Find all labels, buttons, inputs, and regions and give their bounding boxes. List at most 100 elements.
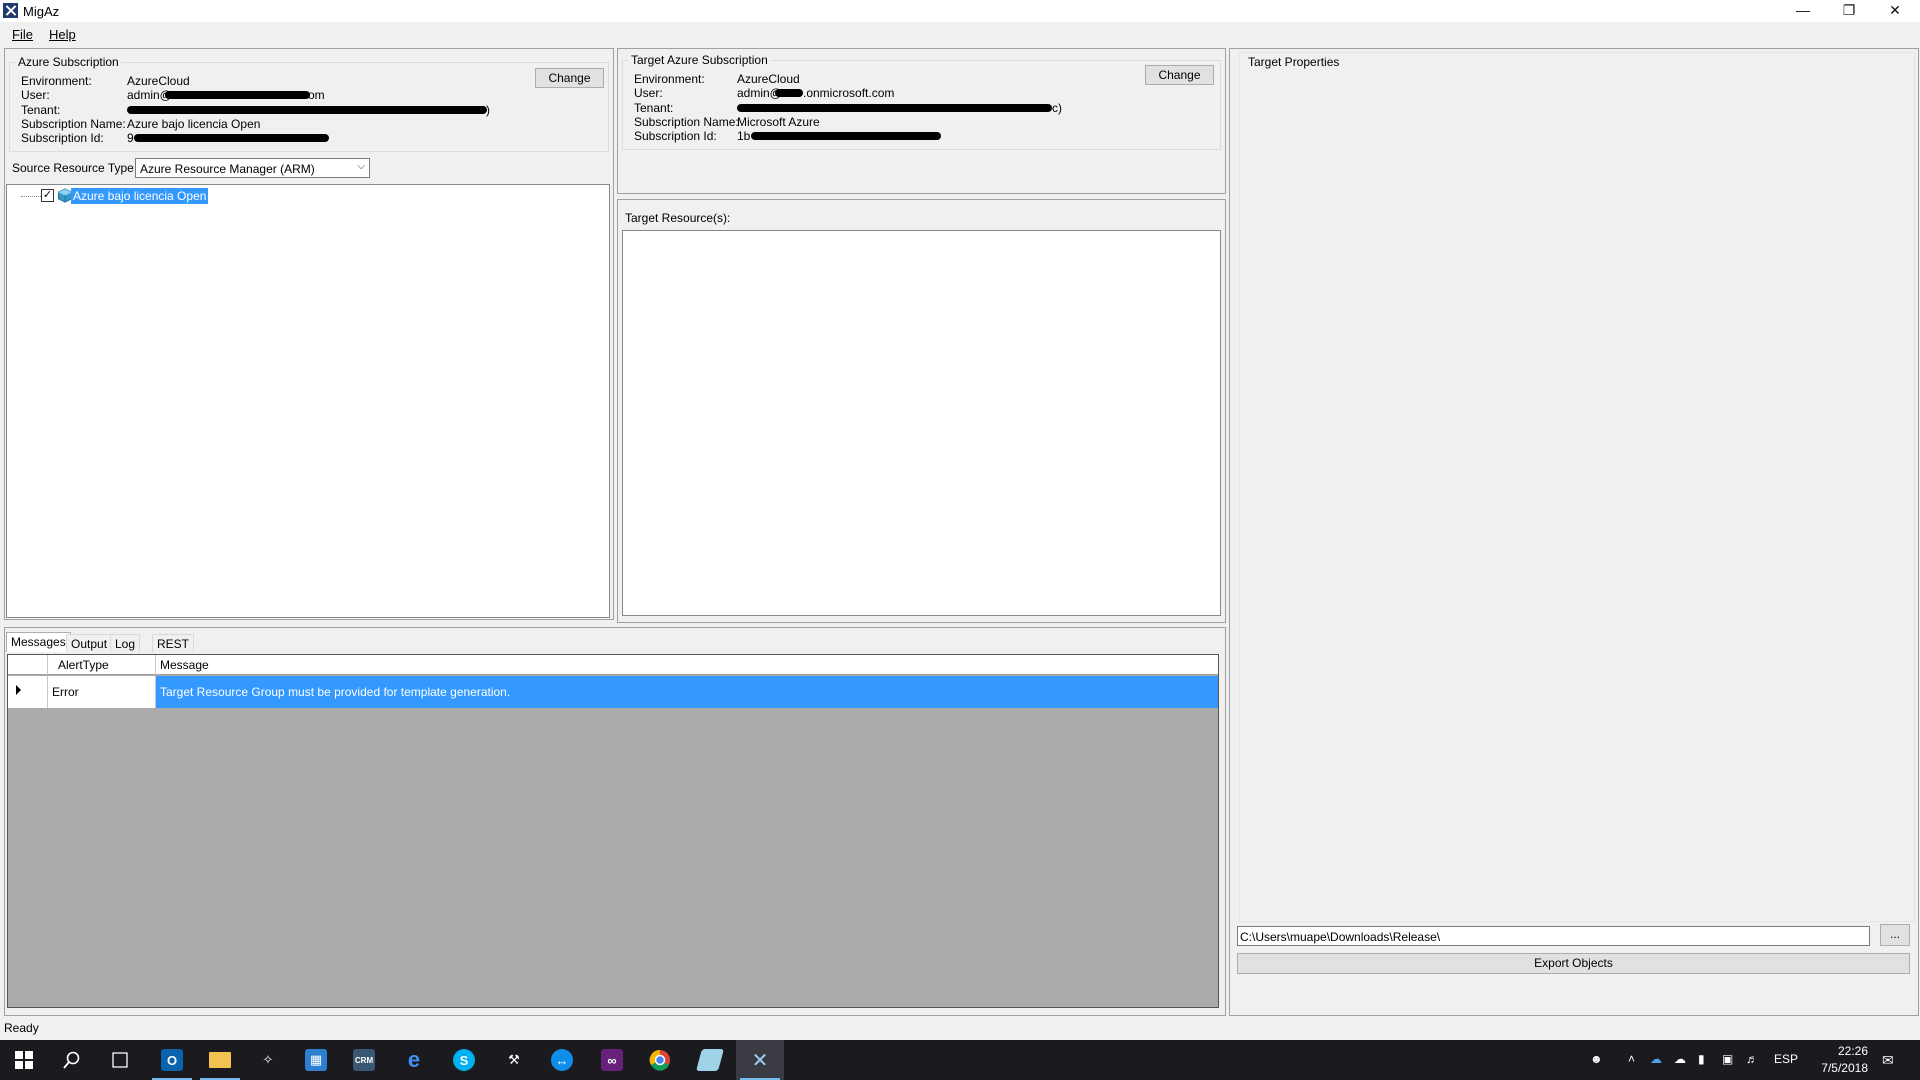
- onedrive-icon[interactable]: ☁: [1650, 1052, 1662, 1066]
- source-group-title: Azure Subscription: [16, 55, 121, 69]
- chevron-down-icon: ⌵: [357, 161, 365, 172]
- source-env-value: AzureCloud: [127, 74, 190, 88]
- tree-node-checkbox[interactable]: ✓: [41, 189, 54, 202]
- browse-button[interactable]: ...: [1880, 924, 1910, 946]
- target-resources-list[interactable]: [622, 230, 1221, 616]
- export-path-input[interactable]: C:\Users\muape\Downloads\Release\: [1237, 926, 1870, 946]
- redaction-mark: [127, 106, 487, 114]
- properties-area: [1239, 52, 1915, 922]
- target-properties-panel: Target Properties: [1229, 48, 1919, 1016]
- source-subid-label: Subscription Id:: [21, 131, 104, 145]
- tab-messages[interactable]: Messages: [6, 632, 71, 652]
- taskbar-visual-studio[interactable]: ∞: [588, 1040, 636, 1080]
- clock-date: 7/5/2018: [1821, 1061, 1868, 1075]
- menu-file[interactable]: File: [12, 27, 33, 42]
- taskbar-teamviewer[interactable]: ↔: [538, 1040, 586, 1080]
- source-tenant-suffix: ): [486, 103, 490, 117]
- target-group-title: Target Azure Subscription: [629, 53, 770, 67]
- volume-icon[interactable]: ♬: [1746, 1052, 1758, 1066]
- target-subid-prefix: 1b: [737, 129, 751, 143]
- migaz-app-icon: [3, 3, 18, 18]
- cloud-icon[interactable]: ☁: [1674, 1052, 1686, 1066]
- search-button[interactable]: [48, 1040, 96, 1080]
- taskbar-outlook[interactable]: O: [148, 1040, 196, 1080]
- start-button[interactable]: [0, 1040, 48, 1080]
- restore-button[interactable]: ❐: [1826, 0, 1872, 22]
- grid-app-icon: ▦: [305, 1049, 327, 1071]
- taskbar-notes[interactable]: [686, 1040, 734, 1080]
- status-bar: Ready: [0, 1016, 1920, 1040]
- windows-logo-icon: [15, 1051, 33, 1069]
- minimize-button[interactable]: —: [1780, 0, 1826, 22]
- target-resources-label: Target Resource(s):: [625, 211, 731, 225]
- target-tenant-suffix: c): [1052, 101, 1062, 115]
- source-resource-type-value: Azure Resource Manager (ARM): [140, 162, 315, 176]
- input-language[interactable]: ESP: [1774, 1052, 1798, 1066]
- task-view-icon: [112, 1052, 128, 1068]
- source-subscription-group: Azure Subscription Environment: AzureClo…: [9, 55, 609, 152]
- target-subname-value: Microsoft Azure: [737, 115, 820, 129]
- taskbar-skype[interactable]: S: [440, 1040, 488, 1080]
- table-row[interactable]: Error Target Resource Group must be prov…: [8, 676, 1218, 708]
- taskbar-chrome[interactable]: [636, 1040, 684, 1080]
- tab-output[interactable]: Output: [66, 634, 113, 652]
- title-bar: MigAz — ❐ ✕: [0, 0, 1920, 22]
- target-panel: Target Azure Subscription Environment: A…: [617, 48, 1226, 194]
- redaction-mark: [737, 104, 1052, 112]
- taskbar-file-explorer[interactable]: [196, 1040, 244, 1080]
- status-text: Ready: [4, 1021, 39, 1035]
- chevron-up-icon[interactable]: ˄: [1628, 1052, 1635, 1066]
- row-header[interactable]: [8, 676, 48, 708]
- source-change-button[interactable]: Change: [535, 68, 604, 88]
- target-env-value: AzureCloud: [737, 72, 800, 86]
- taskbar-app-figure[interactable]: ✧: [244, 1040, 292, 1080]
- battery-icon[interactable]: ▮: [1698, 1052, 1705, 1066]
- visual-studio-icon: ∞: [601, 1049, 623, 1071]
- source-subid-prefix: 9: [127, 131, 134, 145]
- source-env-label: Environment:: [21, 74, 92, 88]
- grid-corner-cell: [8, 655, 48, 675]
- target-tenant-label: Tenant:: [634, 101, 674, 115]
- column-header-message[interactable]: Message: [156, 655, 1218, 675]
- source-resource-tree[interactable]: ✓ Azure bajo licencia Open: [6, 184, 610, 618]
- source-resource-type-select[interactable]: Azure Resource Manager (ARM) ⌵: [135, 158, 370, 178]
- target-change-button[interactable]: Change: [1145, 65, 1214, 85]
- tree-node-label[interactable]: Azure bajo licencia Open: [71, 188, 209, 204]
- task-view-button[interactable]: [96, 1040, 144, 1080]
- network-icon[interactable]: ▣: [1722, 1052, 1733, 1066]
- taskbar-crm[interactable]: CRM: [340, 1040, 388, 1080]
- notifications-icon[interactable]: ✉: [1882, 1052, 1894, 1069]
- menu-help[interactable]: Help: [49, 27, 76, 42]
- taskbar-edge[interactable]: e: [390, 1040, 438, 1080]
- menu-file-label: File: [12, 27, 33, 42]
- alert-type-cell[interactable]: Error: [48, 676, 156, 708]
- tab-rest[interactable]: REST: [152, 634, 195, 652]
- people-icon[interactable]: ☻: [1590, 1052, 1603, 1066]
- taskbar-tools[interactable]: ⚒: [490, 1040, 538, 1080]
- tree-connector: [21, 196, 43, 197]
- taskbar-calculator[interactable]: ▦: [292, 1040, 340, 1080]
- message-cell[interactable]: Target Resource Group must be provided f…: [156, 676, 1218, 708]
- system-clock[interactable]: 22:26 7/5/2018: [1821, 1043, 1868, 1077]
- edge-icon: e: [407, 1047, 421, 1072]
- figure-icon: ✧: [262, 1052, 274, 1067]
- outlook-icon: O: [161, 1049, 183, 1071]
- windows-taskbar: O ✧ ▦ CRM e S ⚒ ↔ ∞ ✕ ☻ ˄ ☁ ☁ ▮ ▣ ♬ ESP …: [0, 1040, 1920, 1080]
- notes-icon: [696, 1049, 724, 1071]
- taskbar-migaz[interactable]: ✕: [736, 1040, 784, 1080]
- column-header-alerttype[interactable]: AlertType: [48, 655, 156, 675]
- source-resource-type-label: Source Resource Type:: [12, 161, 138, 175]
- redaction-mark: [775, 89, 803, 97]
- grid-header: AlertType Message: [8, 655, 1218, 675]
- target-subname-label: Subscription Name:: [634, 115, 739, 129]
- redaction-mark: [751, 132, 941, 140]
- target-env-label: Environment:: [634, 72, 705, 86]
- close-button[interactable]: ✕: [1872, 0, 1918, 22]
- export-objects-button[interactable]: Export Objects: [1237, 953, 1910, 974]
- target-subid-label: Subscription Id:: [634, 129, 717, 143]
- row-pointer-icon: [16, 685, 21, 695]
- skype-icon: S: [453, 1049, 475, 1071]
- messages-grid[interactable]: AlertType Message Error Target Resource …: [7, 654, 1219, 1008]
- tab-log[interactable]: Log: [110, 634, 141, 652]
- target-user-label: User:: [634, 86, 663, 100]
